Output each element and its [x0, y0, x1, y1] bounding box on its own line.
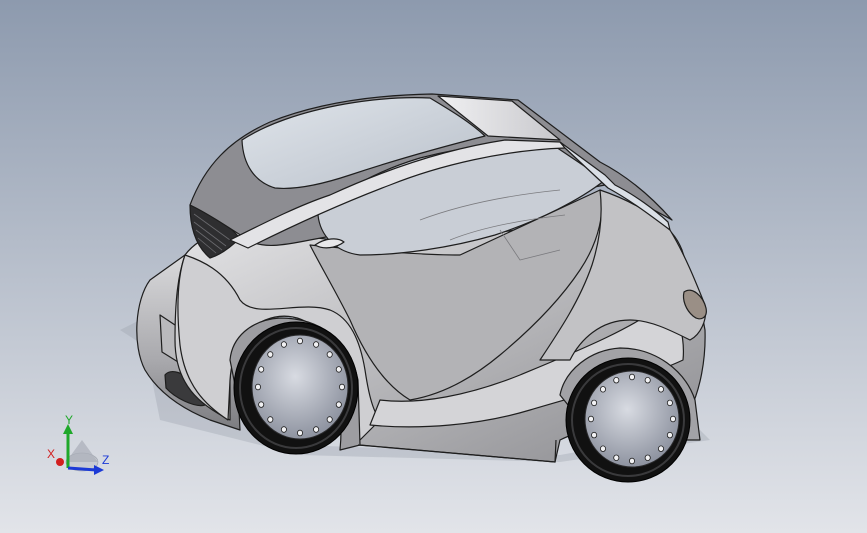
hub-bolt	[326, 416, 333, 423]
hub-bolt	[666, 399, 673, 407]
hub-bolt	[670, 415, 677, 423]
hub-bolt	[280, 426, 287, 433]
hub-bolt	[613, 454, 620, 461]
hub-bolt	[588, 415, 595, 423]
model-scene[interactable]	[0, 0, 867, 533]
hub-bolt	[338, 383, 345, 391]
hub-bolt	[613, 377, 620, 384]
hub-bolt	[313, 341, 320, 348]
hub-bolt	[254, 383, 261, 391]
hub-bolt	[335, 366, 342, 373]
hub-bolt	[600, 445, 607, 452]
hub-bolt	[280, 341, 287, 348]
hub-bolt	[658, 386, 665, 393]
hub-bolt	[629, 457, 636, 465]
z-axis-label: Z	[102, 453, 109, 467]
hub-bolt	[296, 337, 303, 345]
hub-bolt	[658, 445, 665, 452]
hub-bolt	[644, 454, 651, 461]
z-axis-arrow-icon	[67, 466, 97, 472]
hub-bolt	[258, 366, 265, 373]
hub-bolt	[591, 399, 598, 407]
front-hub	[584, 370, 680, 468]
hub-bolt	[267, 351, 274, 358]
hub-bolt	[267, 416, 274, 423]
hub-bolt	[591, 431, 598, 439]
hub-bolt	[326, 351, 333, 358]
graphics-viewport[interactable]: Y Z X	[0, 0, 867, 533]
hub-bolt	[600, 386, 607, 393]
hub-bolt	[258, 401, 265, 408]
hub-bolt	[644, 377, 651, 384]
x-axis-label: X	[47, 447, 55, 461]
hub-bolt	[335, 401, 342, 408]
view-orientation-triad[interactable]: Y Z X	[38, 410, 118, 485]
triad-base-fill	[66, 440, 98, 462]
rear-hub	[251, 334, 349, 440]
hub-bolt	[629, 373, 636, 381]
hub-bolt	[313, 426, 320, 433]
y-axis-label: Y	[65, 413, 73, 427]
front-wheel[interactable]	[565, 357, 691, 483]
hub-bolt	[296, 429, 303, 437]
hub-bolt	[666, 431, 673, 439]
x-axis-dot-icon	[56, 458, 64, 466]
rear-wheel[interactable]	[233, 321, 359, 455]
